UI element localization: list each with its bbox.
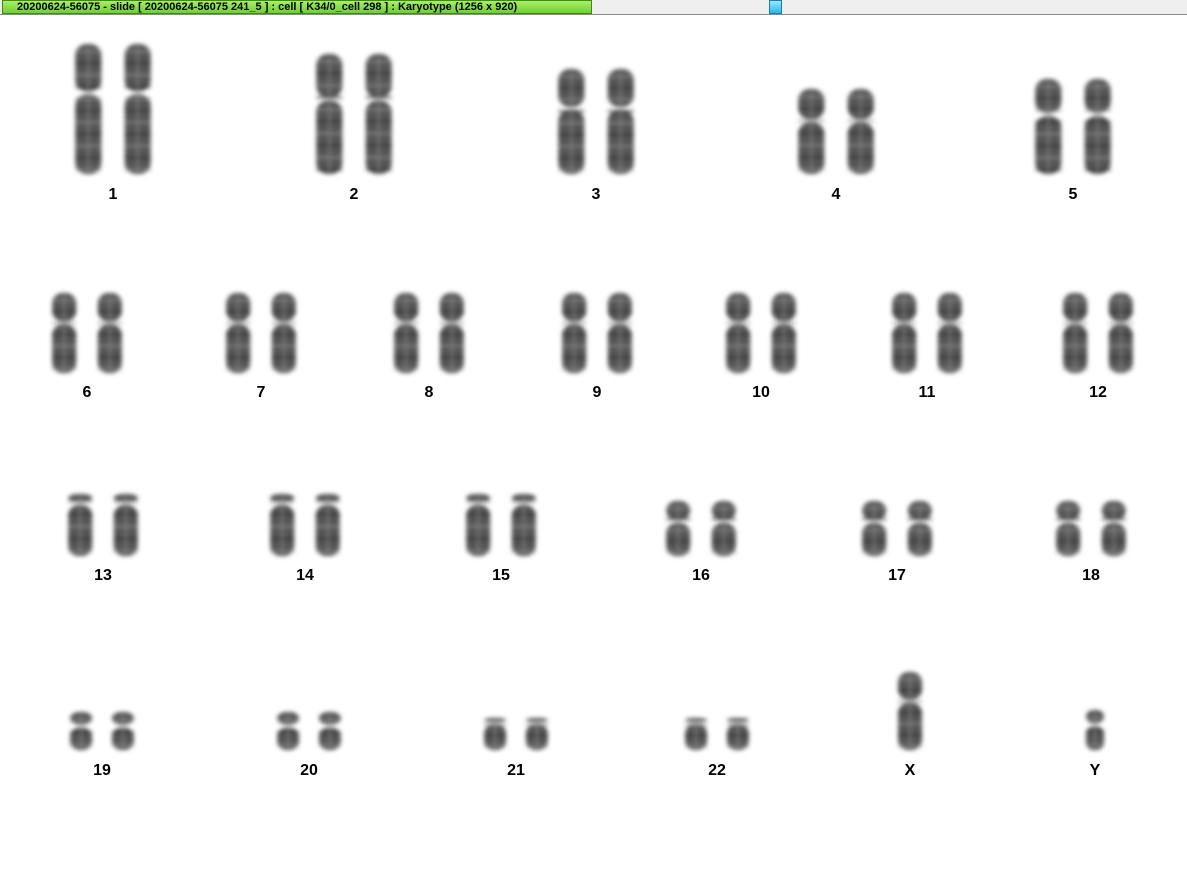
chromosome-pair-21[interactable] <box>484 718 548 750</box>
chromosome-label-14: 14 <box>296 567 314 584</box>
chromosome-label-11: 11 <box>919 384 936 401</box>
chromosome-pair-9[interactable] <box>562 293 632 373</box>
chromosome-label-7: 7 <box>257 384 266 401</box>
chromosome-pair-10[interactable] <box>726 293 796 373</box>
chromosome-pair-y[interactable] <box>1086 710 1104 750</box>
chromosome-pair-7[interactable] <box>226 293 296 373</box>
chromosome-pair-1[interactable] <box>75 44 151 174</box>
chromosome-label-2: 2 <box>350 186 359 203</box>
window-title: 20200624-56075 - slide [ 20200624-56075 … <box>2 0 592 14</box>
chromosome-label-12: 12 <box>1089 384 1107 401</box>
chromosome-pair-17[interactable] <box>862 501 932 556</box>
chromosome-label-22: 22 <box>708 762 726 779</box>
chromosome-label-9: 9 <box>593 384 602 401</box>
chromosome-label-6: 6 <box>83 384 92 401</box>
chromosome-pair-22[interactable] <box>685 718 749 750</box>
chromosome-label-16: 16 <box>692 567 710 584</box>
chromosome-label-17: 17 <box>888 567 906 584</box>
chromosome-pair-11[interactable] <box>892 293 962 373</box>
chromosome-label-15: 15 <box>492 567 510 584</box>
karyogram-canvas: 1 2 3 4 56 7 8 9 10 11 1213 14 15 16 17 1819 20 21 22 X Y <box>52 44 1133 779</box>
chromosome-pair-19[interactable] <box>70 712 134 750</box>
chromosome-label-10: 10 <box>752 384 770 401</box>
chromosome-pair-15[interactable] <box>466 494 536 556</box>
chromosome-pair-16[interactable] <box>666 501 736 556</box>
chromosome-label-13: 13 <box>94 567 112 584</box>
chromosome-pair-6[interactable] <box>52 293 122 373</box>
chromosome-label-1: 1 <box>109 186 118 203</box>
chromosome-pair-8[interactable] <box>394 293 464 373</box>
chromosome-label-21: 21 <box>507 762 525 779</box>
chromosome-pair-2[interactable] <box>316 54 392 174</box>
chromosome-pair-18[interactable] <box>1056 501 1126 556</box>
scrollbar-handle[interactable] <box>769 0 782 14</box>
chromosome-pair-4[interactable] <box>798 89 874 174</box>
chromosome-label-20: 20 <box>300 762 318 779</box>
chromosome-pair-20[interactable] <box>277 712 341 750</box>
chromosome-label-18: 18 <box>1082 567 1100 584</box>
chromosome-pair-5[interactable] <box>1035 79 1111 174</box>
chromosome-label-5: 5 <box>1069 186 1078 203</box>
chromosome-label-3: 3 <box>592 186 601 203</box>
chromosome-label-x: X <box>905 762 916 779</box>
chromosome-pair-14[interactable] <box>270 494 340 556</box>
title-bar: 20200624-56075 - slide [ 20200624-56075 … <box>0 0 1187 15</box>
chromosome-label-19: 19 <box>93 762 111 779</box>
chromosome-label-y: Y <box>1090 762 1101 779</box>
chromosome-pair-x[interactable] <box>898 672 922 750</box>
chromosome-label-8: 8 <box>425 384 434 401</box>
chromosome-label-4: 4 <box>832 186 841 203</box>
chromosome-pair-3[interactable] <box>558 69 634 174</box>
chromosome-pair-13[interactable] <box>68 494 138 556</box>
chromosome-pair-12[interactable] <box>1063 293 1133 373</box>
